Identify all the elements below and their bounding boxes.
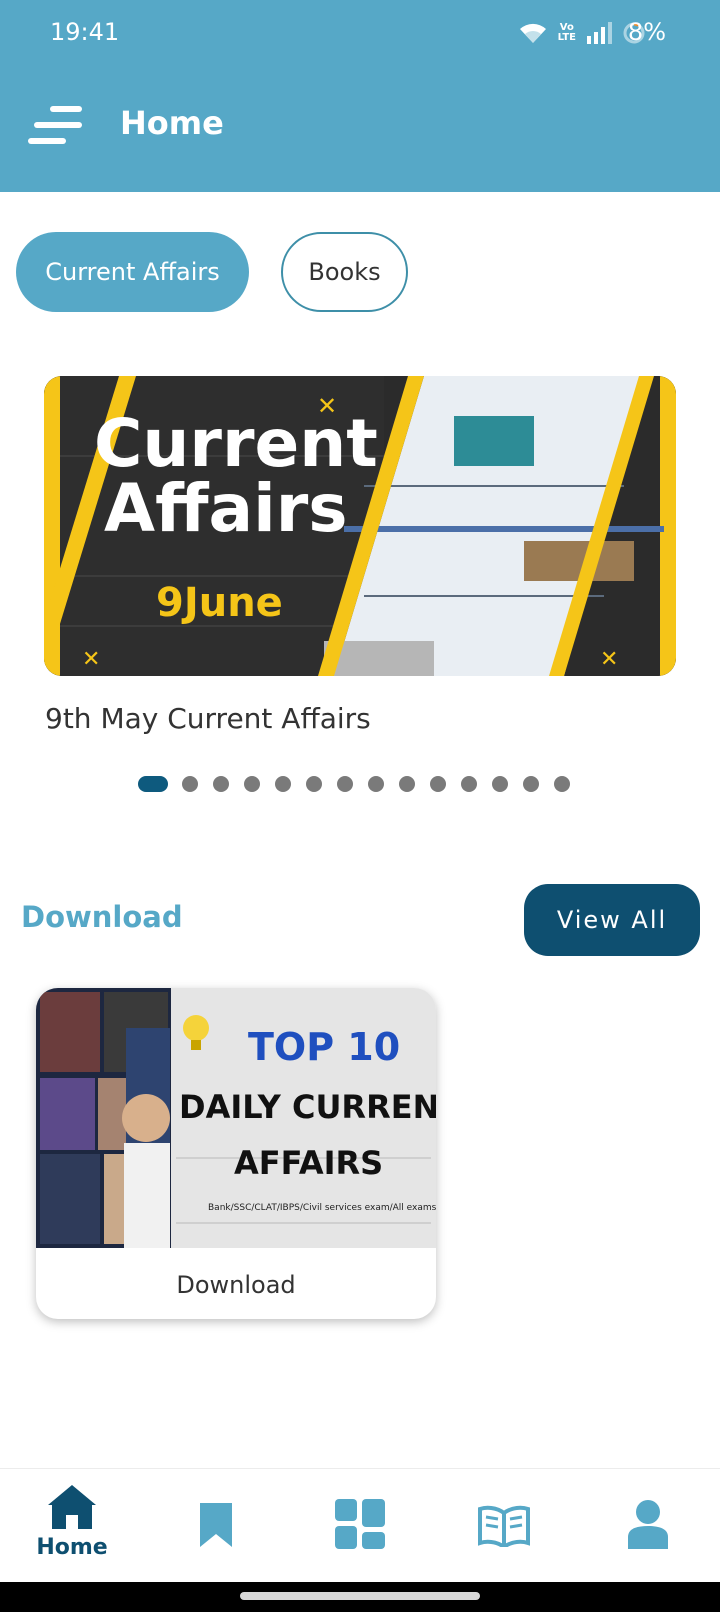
app-bar: 19:41 Vo LTE 8% Home: [0, 0, 720, 192]
carousel-dot[interactable]: [306, 776, 322, 792]
bottom-nav: Home: [0, 1468, 720, 1582]
carousel-dot[interactable]: [492, 776, 508, 792]
carousel-dot[interactable]: [461, 776, 477, 792]
carousel-indicator: [0, 776, 720, 794]
battery-percent: 8%: [627, 18, 666, 46]
card-thumbnail: TOP 10 DAILY CURRENT AFFAIRS Bank/SSC/CL…: [36, 988, 436, 1248]
status-time: 19:41: [50, 18, 120, 46]
nav-library[interactable]: [462, 1469, 546, 1583]
nav-profile[interactable]: [606, 1469, 690, 1583]
view-all-button[interactable]: View All: [524, 884, 700, 956]
carousel-dot-active[interactable]: [138, 776, 168, 792]
carousel-dot[interactable]: [368, 776, 384, 792]
carousel-banner[interactable]: ✕ ✕ ✕ Current Affairs 9June: [44, 376, 676, 676]
banner-image: ✕ ✕ ✕ Current Affairs 9June: [44, 376, 676, 676]
volte-icon: Vo LTE: [557, 22, 576, 43]
carousel-dot[interactable]: [554, 776, 570, 792]
wifi-icon: [519, 23, 546, 43]
profile-icon: [628, 1500, 668, 1549]
gesture-handle[interactable]: [240, 1592, 480, 1600]
signal-icon: [587, 22, 612, 44]
card-image-line1: TOP 10: [248, 1025, 400, 1069]
nav-categories[interactable]: [318, 1469, 402, 1583]
page-title: Home: [120, 104, 224, 142]
svg-text:✕: ✕: [600, 647, 618, 672]
menu-icon[interactable]: [28, 106, 84, 148]
grid-icon: [335, 1499, 385, 1549]
svg-text:✕: ✕: [82, 647, 100, 672]
banner-line2: Affairs: [104, 470, 348, 547]
carousel-dot[interactable]: [244, 776, 260, 792]
nav-home-label: Home: [36, 1535, 108, 1560]
section-title-download: Download: [21, 900, 183, 934]
card-image-line2: DAILY CURRENT: [179, 1088, 436, 1126]
status-icons: Vo LTE: [518, 18, 646, 48]
carousel-dot[interactable]: [337, 776, 353, 792]
carousel-dot[interactable]: [275, 776, 291, 792]
nav-home[interactable]: Home: [22, 1469, 122, 1583]
carousel-dot[interactable]: [430, 776, 446, 792]
card-download-label: Download: [176, 1270, 296, 1299]
tab-current-affairs[interactable]: Current Affairs: [16, 232, 249, 312]
download-card[interactable]: TOP 10 DAILY CURRENT AFFAIRS Bank/SSC/CL…: [36, 988, 436, 1319]
system-nav-bar: [0, 1582, 720, 1612]
bookmark-icon: [200, 1503, 232, 1547]
book-icon: [478, 1505, 530, 1547]
carousel-dot[interactable]: [523, 776, 539, 792]
card-image-subtitle: Bank/SSC/CLAT/IBPS/Civil services exam/A…: [208, 1203, 436, 1213]
carousel-dot[interactable]: [213, 776, 229, 792]
nav-bookmark[interactable]: [176, 1469, 256, 1583]
carousel-dot[interactable]: [182, 776, 198, 792]
banner-date: 9June: [156, 580, 283, 626]
carousel-dot[interactable]: [399, 776, 415, 792]
carousel-caption: 9th May Current Affairs: [45, 702, 371, 735]
tab-books[interactable]: Books: [281, 232, 408, 312]
card-image-line3: AFFAIRS: [234, 1144, 383, 1182]
home-icon: [48, 1485, 96, 1529]
